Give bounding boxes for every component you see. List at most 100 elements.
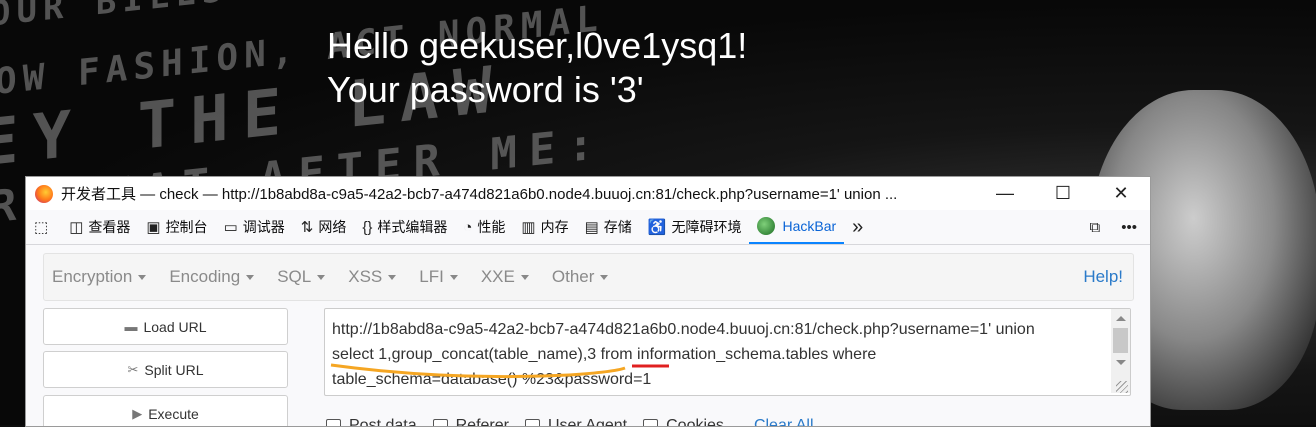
dock-icon: ⧉: [1090, 219, 1101, 236]
cookies-checkbox[interactable]: Cookies: [643, 417, 724, 427]
background-text-line: OUR BILLS: [0, 0, 228, 35]
menu-sql[interactable]: SQL: [277, 267, 325, 287]
menu-label: LFI: [419, 267, 444, 286]
url-line: http://1b8abd8a-c9a5-42a2-bcb7-a474d821a…: [332, 317, 1107, 342]
hackbar-icon: [757, 217, 775, 235]
execute-button[interactable]: ▶ Execute: [43, 395, 288, 427]
chevron-double-right-icon: »: [852, 216, 863, 239]
element-picker-button[interactable]: ⬚: [26, 210, 61, 244]
accessibility-icon: ♿: [648, 218, 667, 236]
menu-encoding[interactable]: Encoding: [169, 267, 254, 287]
tab-accessibility[interactable]: ♿无障碍环境: [640, 210, 750, 244]
tab-console[interactable]: ▣ 控制台: [138, 210, 215, 244]
scroll-up-icon: [1116, 316, 1126, 321]
menu-lfi[interactable]: LFI: [419, 267, 458, 287]
tab-label: 无障碍环境: [671, 217, 741, 237]
checkbox-box: [433, 419, 448, 427]
element-picker-icon: ⬚: [34, 218, 48, 236]
dock-options-button[interactable]: ⧉: [1082, 210, 1114, 244]
menu-label: SQL: [277, 267, 311, 286]
debugger-icon: ▭: [224, 218, 238, 236]
tab-label: 控制台: [166, 217, 208, 237]
close-button[interactable]: ✕: [1092, 183, 1150, 204]
hackbar-menu: Encryption Encoding SQL XSS LFI XXE Othe…: [43, 253, 1134, 301]
minimize-button[interactable]: —: [976, 183, 1034, 204]
more-options-button[interactable]: •••: [1113, 210, 1150, 244]
tab-style-editor[interactable]: {}样式编辑器: [354, 210, 455, 244]
clear-all-link[interactable]: Clear All: [754, 417, 814, 427]
load-url-button[interactable]: ▬ Load URL: [43, 308, 288, 345]
load-icon: ▬: [124, 319, 137, 334]
menu-label: XSS: [348, 267, 382, 286]
storage-icon: ▤: [585, 218, 599, 236]
scroll-down-icon: [1116, 360, 1126, 365]
post-data-checkbox[interactable]: Post data: [326, 417, 417, 427]
caret-down-icon: [450, 275, 458, 280]
split-url-button[interactable]: ✂ Split URL: [43, 351, 288, 388]
tab-label: 存储: [604, 217, 632, 237]
password-text: Your password is '3': [327, 68, 747, 112]
menu-xxe[interactable]: XXE: [481, 267, 529, 287]
hello-text: Hello geekuser,l0ve1ysq1!: [327, 24, 747, 68]
referer-checkbox[interactable]: Referer: [433, 417, 509, 427]
options-row: Post data Referer User Agent Cookies Cle…: [326, 417, 814, 427]
tab-hackbar[interactable]: HackBar: [749, 210, 844, 244]
caret-down-icon: [388, 275, 396, 280]
tab-label: 网络: [318, 217, 346, 237]
caret-down-icon: [317, 275, 325, 280]
firefox-icon: [35, 185, 53, 203]
checkbox-box: [326, 419, 341, 427]
network-icon: ⇅: [301, 218, 314, 236]
tab-label: 样式编辑器: [377, 217, 447, 237]
window-title: 开发者工具 — check — http://1b8abd8a-c9a5-42a…: [61, 183, 976, 204]
menu-label: XXE: [481, 267, 515, 286]
checkbox-box: [525, 419, 540, 427]
user-agent-checkbox[interactable]: User Agent: [525, 417, 627, 427]
caret-down-icon: [600, 275, 608, 280]
scroll-thumb[interactable]: [1113, 328, 1128, 353]
tab-label: 调试器: [243, 217, 285, 237]
play-icon: ▶: [132, 406, 142, 422]
maximize-button[interactable]: ☐: [1034, 183, 1092, 204]
button-label: Load URL: [143, 319, 206, 335]
checkbox-box: [643, 419, 658, 427]
tab-label: HackBar: [782, 218, 836, 234]
devtools-toolbar: ⬚ ◫ 查看器 ▣ 控制台 ▭ 调试器 ⇅网络 {}样式编辑器 ◔ 性能 ▥ 内存 ▤ 存储…: [26, 210, 1150, 245]
tab-inspector[interactable]: ◫ 查看器: [61, 210, 138, 244]
annotation-underlines: [329, 363, 749, 385]
inspector-icon: ◫: [69, 218, 83, 236]
caret-down-icon: [521, 275, 529, 280]
checkbox-label: Post data: [349, 417, 417, 427]
button-label: Execute: [148, 406, 199, 422]
menu-encryption[interactable]: Encryption: [52, 267, 146, 287]
help-link[interactable]: Help!: [1083, 267, 1123, 287]
orange-underline: [331, 365, 625, 377]
caret-down-icon: [246, 275, 254, 280]
tab-performance[interactable]: ◔ 性能: [455, 210, 513, 244]
more-tabs-button[interactable]: »: [844, 210, 876, 244]
tab-network[interactable]: ⇅网络: [293, 210, 355, 244]
tab-label: 性能: [477, 217, 505, 237]
tab-debugger[interactable]: ▭ 调试器: [216, 210, 293, 244]
menu-other[interactable]: Other: [552, 267, 609, 287]
menu-label: Encoding: [169, 267, 240, 286]
tab-label: 内存: [541, 217, 569, 237]
menu-xss[interactable]: XSS: [348, 267, 396, 287]
devtools-titlebar: 开发者工具 — check — http://1b8abd8a-c9a5-42a…: [26, 177, 1150, 210]
checkbox-label: Referer: [456, 417, 509, 427]
button-label: Split URL: [144, 362, 203, 378]
performance-icon: ◔: [463, 219, 472, 236]
tab-memory[interactable]: ▥ 内存: [513, 210, 576, 244]
checkbox-label: User Agent: [548, 417, 627, 427]
caret-down-icon: [138, 275, 146, 280]
checkbox-label: Cookies: [666, 417, 724, 427]
resize-grip-icon[interactable]: [1116, 381, 1128, 393]
ellipsis-icon: •••: [1121, 219, 1137, 236]
devtools-window: 开发者工具 — check — http://1b8abd8a-c9a5-42a…: [25, 176, 1151, 427]
console-icon: ▣: [146, 218, 160, 236]
tab-storage[interactable]: ▤ 存储: [577, 210, 640, 244]
menu-label: Encryption: [52, 267, 132, 286]
tab-label: 查看器: [88, 217, 130, 237]
memory-icon: ▥: [521, 218, 535, 236]
scissors-icon: ✂: [127, 362, 138, 378]
